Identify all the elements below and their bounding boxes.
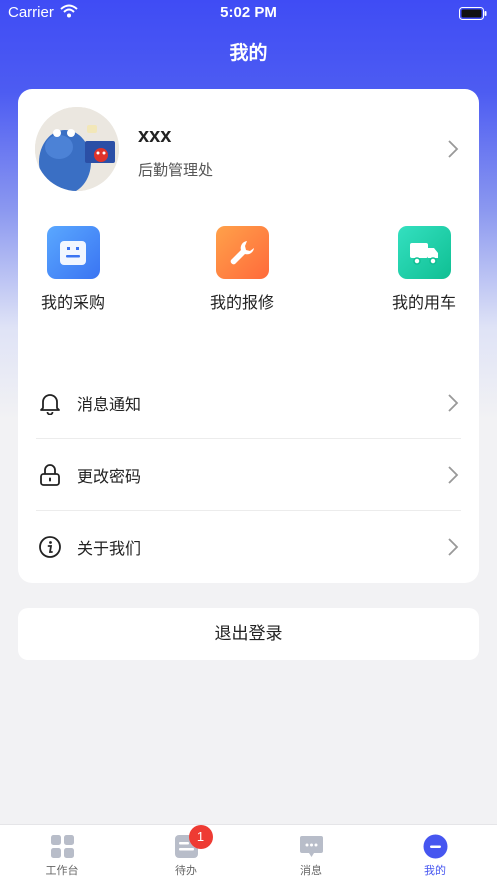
document-icon (46, 226, 100, 279)
quick-action-label: 我的报修 (209, 293, 274, 312)
logout-button[interactable]: 退出登录 (18, 608, 479, 660)
user-name: xxx (138, 125, 172, 147)
menu-item-label: 消息通知 (77, 395, 142, 414)
bell-icon (38, 391, 62, 419)
chevron-right-icon (447, 465, 459, 489)
quick-action-repair[interactable]: 我的报修 (187, 226, 297, 313)
tab-mine[interactable]: 我的 (373, 834, 497, 878)
user-department: 后勤管理处 (138, 161, 214, 179)
quick-action-purchase[interactable]: 我的采购 (18, 226, 128, 313)
truck-icon (397, 226, 451, 279)
quick-action-label: 我的采购 (40, 293, 105, 312)
todo-icon: 1 (174, 825, 213, 859)
battery-icon (459, 6, 487, 24)
menu-item-about[interactable]: 关于我们 (36, 511, 461, 583)
menu-item-notifications[interactable]: 消息通知 (36, 367, 461, 439)
wrench-icon (215, 226, 269, 279)
profile-card: xxx 后勤管理处 我的采购 我的报修 我的用车 消息通知 更改密码 关于我们 (18, 89, 479, 583)
tab-label: 我的 (424, 864, 446, 877)
user-icon (423, 834, 448, 859)
quick-action-label: 我的用车 (391, 293, 456, 312)
tab-label: 工作台 (45, 864, 79, 877)
menu-item-label: 更改密码 (77, 467, 142, 486)
chevron-right-icon (447, 393, 459, 417)
lock-icon (38, 463, 62, 491)
tab-bar: 工作台 1 待办 消息 我的 (0, 824, 497, 883)
status-bar: Carrier 5:02 PM (0, 0, 497, 26)
menu-item-change-password[interactable]: 更改密码 (36, 439, 461, 511)
status-time: 5:02 PM (220, 4, 277, 21)
info-icon (38, 535, 62, 563)
quick-action-car[interactable]: 我的用车 (369, 226, 479, 313)
tab-messages[interactable]: 消息 (249, 834, 373, 878)
chevron-right-icon[interactable] (447, 139, 459, 163)
todo-badge: 1 (188, 825, 213, 849)
grid-icon (50, 834, 75, 859)
tab-label: 消息 (300, 864, 322, 877)
page-title: 我的 (229, 42, 268, 64)
chat-icon (299, 834, 324, 859)
menu-item-label: 关于我们 (77, 539, 142, 558)
chevron-right-icon (447, 537, 459, 561)
avatar[interactable] (35, 107, 119, 191)
tab-label: 待办 (175, 864, 197, 877)
tab-todo[interactable]: 1 待办 (124, 825, 248, 878)
tab-workbench[interactable]: 工作台 (0, 834, 124, 878)
